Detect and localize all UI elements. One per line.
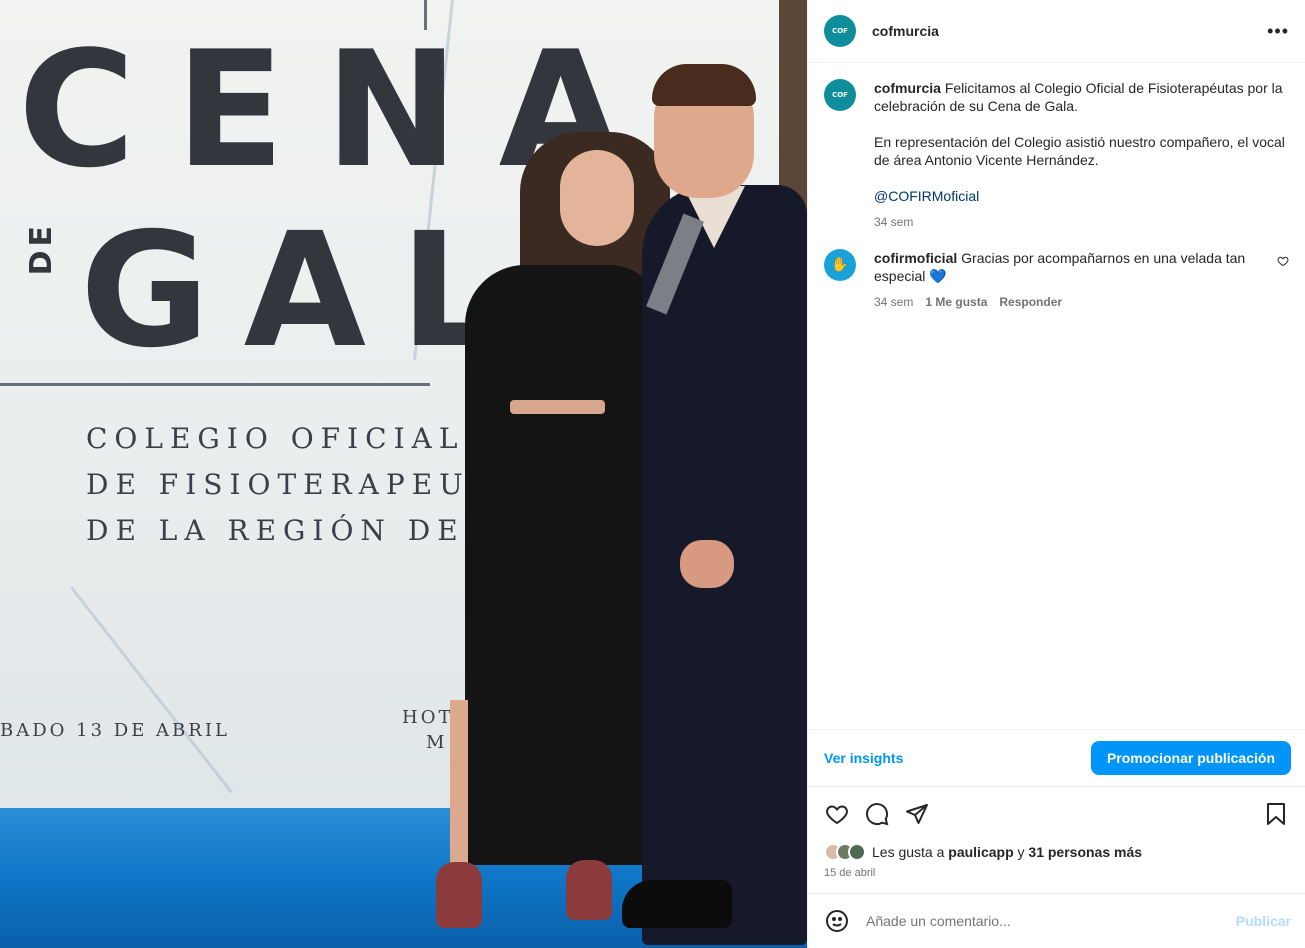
caption-paragraph: En representación del Colegio asistió nu… <box>874 134 1285 168</box>
caption: COF cofmurcia Felicitamos al Colegio Ofi… <box>824 79 1289 231</box>
comment-username[interactable]: cofirmoficial <box>874 250 957 266</box>
comment-likes[interactable]: 1 Me gusta <box>925 293 987 311</box>
add-comment-bar: Publicar <box>808 893 1305 948</box>
emoji-smiley-icon[interactable] <box>824 908 850 934</box>
comment-text-line: cofirmoficial Gracias por acompañarnos e… <box>874 249 1265 285</box>
comment-input[interactable] <box>866 913 1236 929</box>
man-hand <box>680 540 734 588</box>
more-options-icon[interactable]: ••• <box>1267 21 1289 42</box>
comment-body: cofirmoficial Gracias por acompañarnos e… <box>874 249 1265 311</box>
woman-face <box>560 150 634 246</box>
post-actions: Les gusta a paulicapp y 31 personas más … <box>808 786 1305 893</box>
woman-leg <box>450 700 468 875</box>
blue-heart-emoji: 💙 <box>929 268 947 284</box>
comment-time[interactable]: 34 sem <box>874 293 913 311</box>
banner-subtitle-line: DE FISIOTERAPEUTA <box>86 468 522 501</box>
comment-like-heart-icon[interactable] <box>1277 255 1289 270</box>
banner-hotel: HOT M <box>402 705 453 755</box>
comment-meta: 34 sem 1 Me gusta Responder <box>874 293 1265 311</box>
share-send-icon[interactable] <box>904 801 930 827</box>
avatar[interactable]: COF <box>824 15 856 47</box>
likes-conjunction: y <box>1017 844 1025 860</box>
promote-post-button[interactable]: Promocionar publicación <box>1090 741 1291 775</box>
like-heart-icon[interactable] <box>824 801 850 827</box>
post-header: COF cofmurcia ••• <box>808 0 1305 63</box>
comment-likes-count: 1 Me gusta <box>925 295 988 309</box>
caption-paragraph: @COFIRMoficial <box>874 187 1289 205</box>
reply-button[interactable]: Responder <box>999 293 1062 311</box>
caption-body: cofmurcia Felicitamos al Colegio Oficial… <box>874 79 1289 231</box>
banner-subtitle-line: DE LA REGIÓN DE <box>86 514 465 547</box>
banner-date: BADO 13 DE ABRIL <box>0 720 230 741</box>
insights-row: Ver insights Promocionar publicación <box>808 729 1305 786</box>
banner-hotel-line: HOT <box>402 707 454 728</box>
man-shoe <box>622 880 732 928</box>
comments-list: COF cofmurcia Felicitamos al Colegio Ofi… <box>808 63 1305 729</box>
publish-button[interactable]: Publicar <box>1236 913 1291 929</box>
avatar[interactable]: ✋ <box>824 249 856 281</box>
liker-avatar <box>848 843 866 861</box>
post-photo[interactable]: CENA DE GALA COLEGIO OFICIAL DE FISIOTER… <box>0 0 807 948</box>
action-icons <box>824 799 1289 829</box>
likes-user[interactable]: paulicapp <box>948 844 1013 860</box>
man-hair <box>652 64 756 106</box>
woman-shoe <box>436 862 482 928</box>
banner-rule <box>0 383 430 386</box>
liker-avatars[interactable] <box>824 843 866 861</box>
banner-title-de: DE <box>24 222 59 276</box>
caption-time[interactable]: 34 sem <box>874 213 913 231</box>
bookmark-icon[interactable] <box>1263 801 1289 827</box>
mention-link[interactable]: @COFIRMoficial <box>874 188 979 204</box>
comment-item: ✋ cofirmoficial Gracias por acompañarnos… <box>824 249 1289 311</box>
banner-hotel-line: M <box>426 732 448 754</box>
header-username[interactable]: cofmurcia <box>872 23 1267 39</box>
likes-others[interactable]: 31 personas más <box>1028 844 1142 860</box>
woman-waist-cutout <box>510 400 605 414</box>
woman-shoe <box>566 860 612 920</box>
caption-paragraph: cofmurcia Felicitamos al Colegio Oficial… <box>874 79 1289 115</box>
caption-meta: 34 sem <box>874 213 1289 231</box>
likes-summary: Les gusta a paulicapp y 31 personas más <box>824 843 1289 861</box>
woman-black-dress <box>465 265 660 865</box>
likes-prefix: Les gusta a <box>872 844 945 860</box>
instagram-post: CENA DE GALA COLEGIO OFICIAL DE FISIOTER… <box>0 0 1305 948</box>
banner-subtitle-line: COLEGIO OFICIAL <box>86 422 465 455</box>
caption-username[interactable]: cofmurcia <box>874 80 941 96</box>
hand-logo-icon: ✋ <box>831 257 849 273</box>
comment-bubble-icon[interactable] <box>864 801 890 827</box>
avatar[interactable]: COF <box>824 79 856 111</box>
view-insights-link[interactable]: Ver insights <box>824 750 903 766</box>
post-sidebar: COF cofmurcia ••• COF cofmurcia Felicita… <box>807 0 1305 948</box>
reply-label: Responder <box>999 295 1063 309</box>
post-date[interactable]: 15 de abril <box>824 867 1289 893</box>
